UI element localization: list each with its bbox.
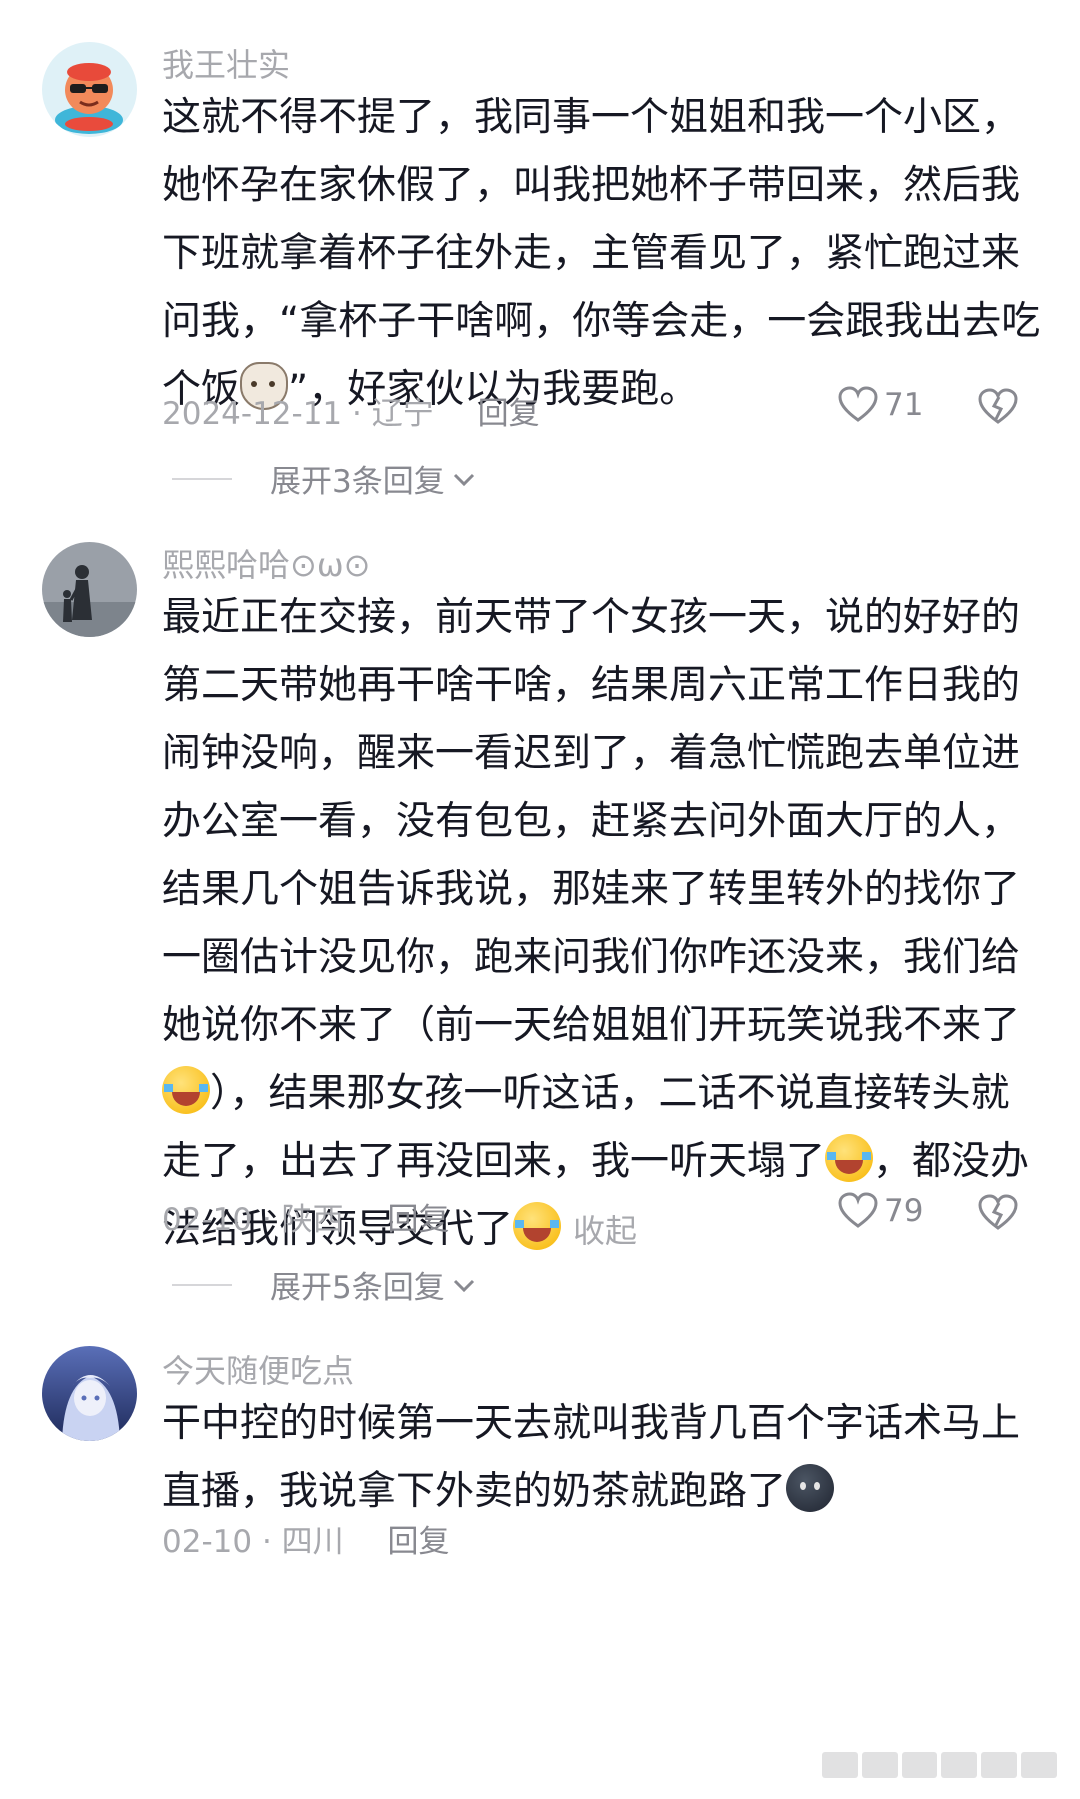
heart-icon bbox=[838, 1192, 878, 1228]
dot-separator: · bbox=[261, 1524, 282, 1560]
text-line: 问我，“拿杯子干啥啊，你等会走，一会跟我出去吃 bbox=[162, 299, 1041, 344]
comment-meta: 2024-12-11 · 辽宁 回复 bbox=[162, 388, 540, 433]
laugh-cry-emoji-icon bbox=[825, 1134, 874, 1182]
text-line: 第二天带她再干啥干啥，结果周六正常工作日我的 bbox=[162, 663, 1021, 708]
text-segment: 直播，我说拿下外卖的奶茶就跑路了 bbox=[162, 1469, 787, 1514]
text-line: 结果几个姐告诉我说，那娃来了转里转外的找你了 bbox=[162, 867, 1021, 912]
comment-text: 这就不得不提了，我同事一个姐姐和我一个小区， 她怀孕在家休假了，叫我把她杯子带回… bbox=[162, 84, 1042, 424]
collapse-button[interactable]: 收起 bbox=[573, 1212, 637, 1250]
comment-location: 辽宁 bbox=[371, 396, 434, 432]
text-line: 她说你不来了（前一天给姐姐们开玩笑说我不来了 bbox=[162, 1003, 1021, 1048]
text-line: 办公室一看，没有包包，赶紧去问外面大厅的人， bbox=[162, 799, 1021, 844]
comment-date: 02-10 bbox=[162, 1524, 253, 1560]
dislike-button[interactable] bbox=[978, 388, 1018, 430]
avatar-anime-icon bbox=[42, 1346, 137, 1441]
reply-button[interactable]: 回复 bbox=[388, 1524, 450, 1560]
avatar-cartoon-icon bbox=[42, 42, 137, 137]
avatar-silhouette-icon bbox=[42, 542, 137, 637]
text-line: 闹钟没响，醒来一看迟到了，着急忙慌跑去单位进 bbox=[162, 731, 1021, 776]
reply-button[interactable]: 回复 bbox=[388, 1202, 450, 1238]
broken-heart-icon bbox=[978, 1194, 1018, 1230]
text-segment: ，都没办 bbox=[873, 1139, 1030, 1184]
avatar[interactable] bbox=[42, 542, 137, 637]
chevron-down-icon bbox=[453, 473, 474, 486]
comment-text: 最近正在交接，前天带了个女孩一天，说的好好的 第二天带她再干啥干啥，结果周六正常… bbox=[162, 584, 1042, 1264]
expand-replies-label: 展开3条回复 bbox=[270, 464, 445, 500]
username[interactable]: 今天随便吃点 bbox=[162, 1346, 354, 1392]
like-button[interactable]: 79 bbox=[838, 1192, 923, 1230]
text-line: 下班就拿着杯子往外走，主管看见了，紧忙跑过来 bbox=[162, 231, 1021, 276]
avatar[interactable] bbox=[42, 1346, 137, 1441]
comment-meta: 02-10 · 陕西 回复 bbox=[162, 1194, 450, 1239]
laugh-cry-emoji-icon bbox=[162, 1066, 210, 1114]
text-line: 走了，出去了再没回来，我一听天塌了 ，都没办 bbox=[162, 1128, 1042, 1196]
divider bbox=[172, 1283, 232, 1286]
text-line: 干中控的时候第一天去就叫我背几百个字话术马上 bbox=[162, 1401, 1021, 1446]
text-line: ），结果那女孩一听这话，二话不说直接转头就 bbox=[162, 1060, 1042, 1128]
text-segment: ），结果那女孩一听这话，二话不说直接转头就 bbox=[210, 1071, 1010, 1116]
text-line: 她怀孕在家休假了，叫我把她杯子带回来，然后我 bbox=[162, 163, 1021, 208]
comment-location: 四川 bbox=[281, 1524, 344, 1560]
like-count: 79 bbox=[884, 1193, 924, 1229]
text-line: 一圈估计没见你，跑来问我们你咋还没来，我们给 bbox=[162, 935, 1021, 980]
username[interactable]: 熙熙哈哈⊙ω⊙ bbox=[162, 540, 370, 586]
divider bbox=[172, 477, 232, 480]
heart-icon bbox=[838, 386, 878, 422]
comment-meta: 02-10 · 四川 回复 bbox=[162, 1516, 450, 1561]
dot-separator: · bbox=[261, 1202, 282, 1238]
laugh-cry-emoji-icon bbox=[513, 1202, 562, 1250]
like-count: 71 bbox=[884, 387, 924, 423]
expand-replies-button[interactable]: 展开5条回复 bbox=[172, 1262, 477, 1307]
watermark bbox=[822, 1748, 1057, 1782]
comment-date: 2024-12-11 bbox=[162, 396, 343, 432]
text-segment: 走了，出去了再没回来，我一听天塌了 bbox=[162, 1139, 826, 1184]
broken-heart-icon bbox=[978, 388, 1018, 424]
avatar[interactable] bbox=[42, 42, 137, 137]
username[interactable]: 我王壮实 bbox=[162, 40, 290, 86]
text-line: 最近正在交接，前天带了个女孩一天，说的好好的 bbox=[162, 595, 1021, 640]
text-line: 这就不得不提了，我同事一个姐姐和我一个小区， bbox=[162, 95, 1021, 140]
comment-location: 陕西 bbox=[281, 1202, 344, 1238]
dot-separator: · bbox=[352, 396, 372, 432]
expand-replies-label: 展开5条回复 bbox=[270, 1270, 445, 1306]
comment-date: 02-10 bbox=[162, 1202, 253, 1238]
reply-button[interactable]: 回复 bbox=[478, 396, 540, 432]
chevron-down-icon bbox=[453, 1279, 474, 1292]
dark-face-emoji-icon bbox=[786, 1464, 835, 1512]
comment-text: 干中控的时候第一天去就叫我背几百个字话术马上 直播，我说拿下外卖的奶茶就跑路了 bbox=[162, 1390, 1042, 1526]
dislike-button[interactable] bbox=[978, 1194, 1018, 1236]
like-button[interactable]: 71 bbox=[838, 386, 923, 424]
expand-replies-button[interactable]: 展开3条回复 bbox=[172, 456, 477, 501]
